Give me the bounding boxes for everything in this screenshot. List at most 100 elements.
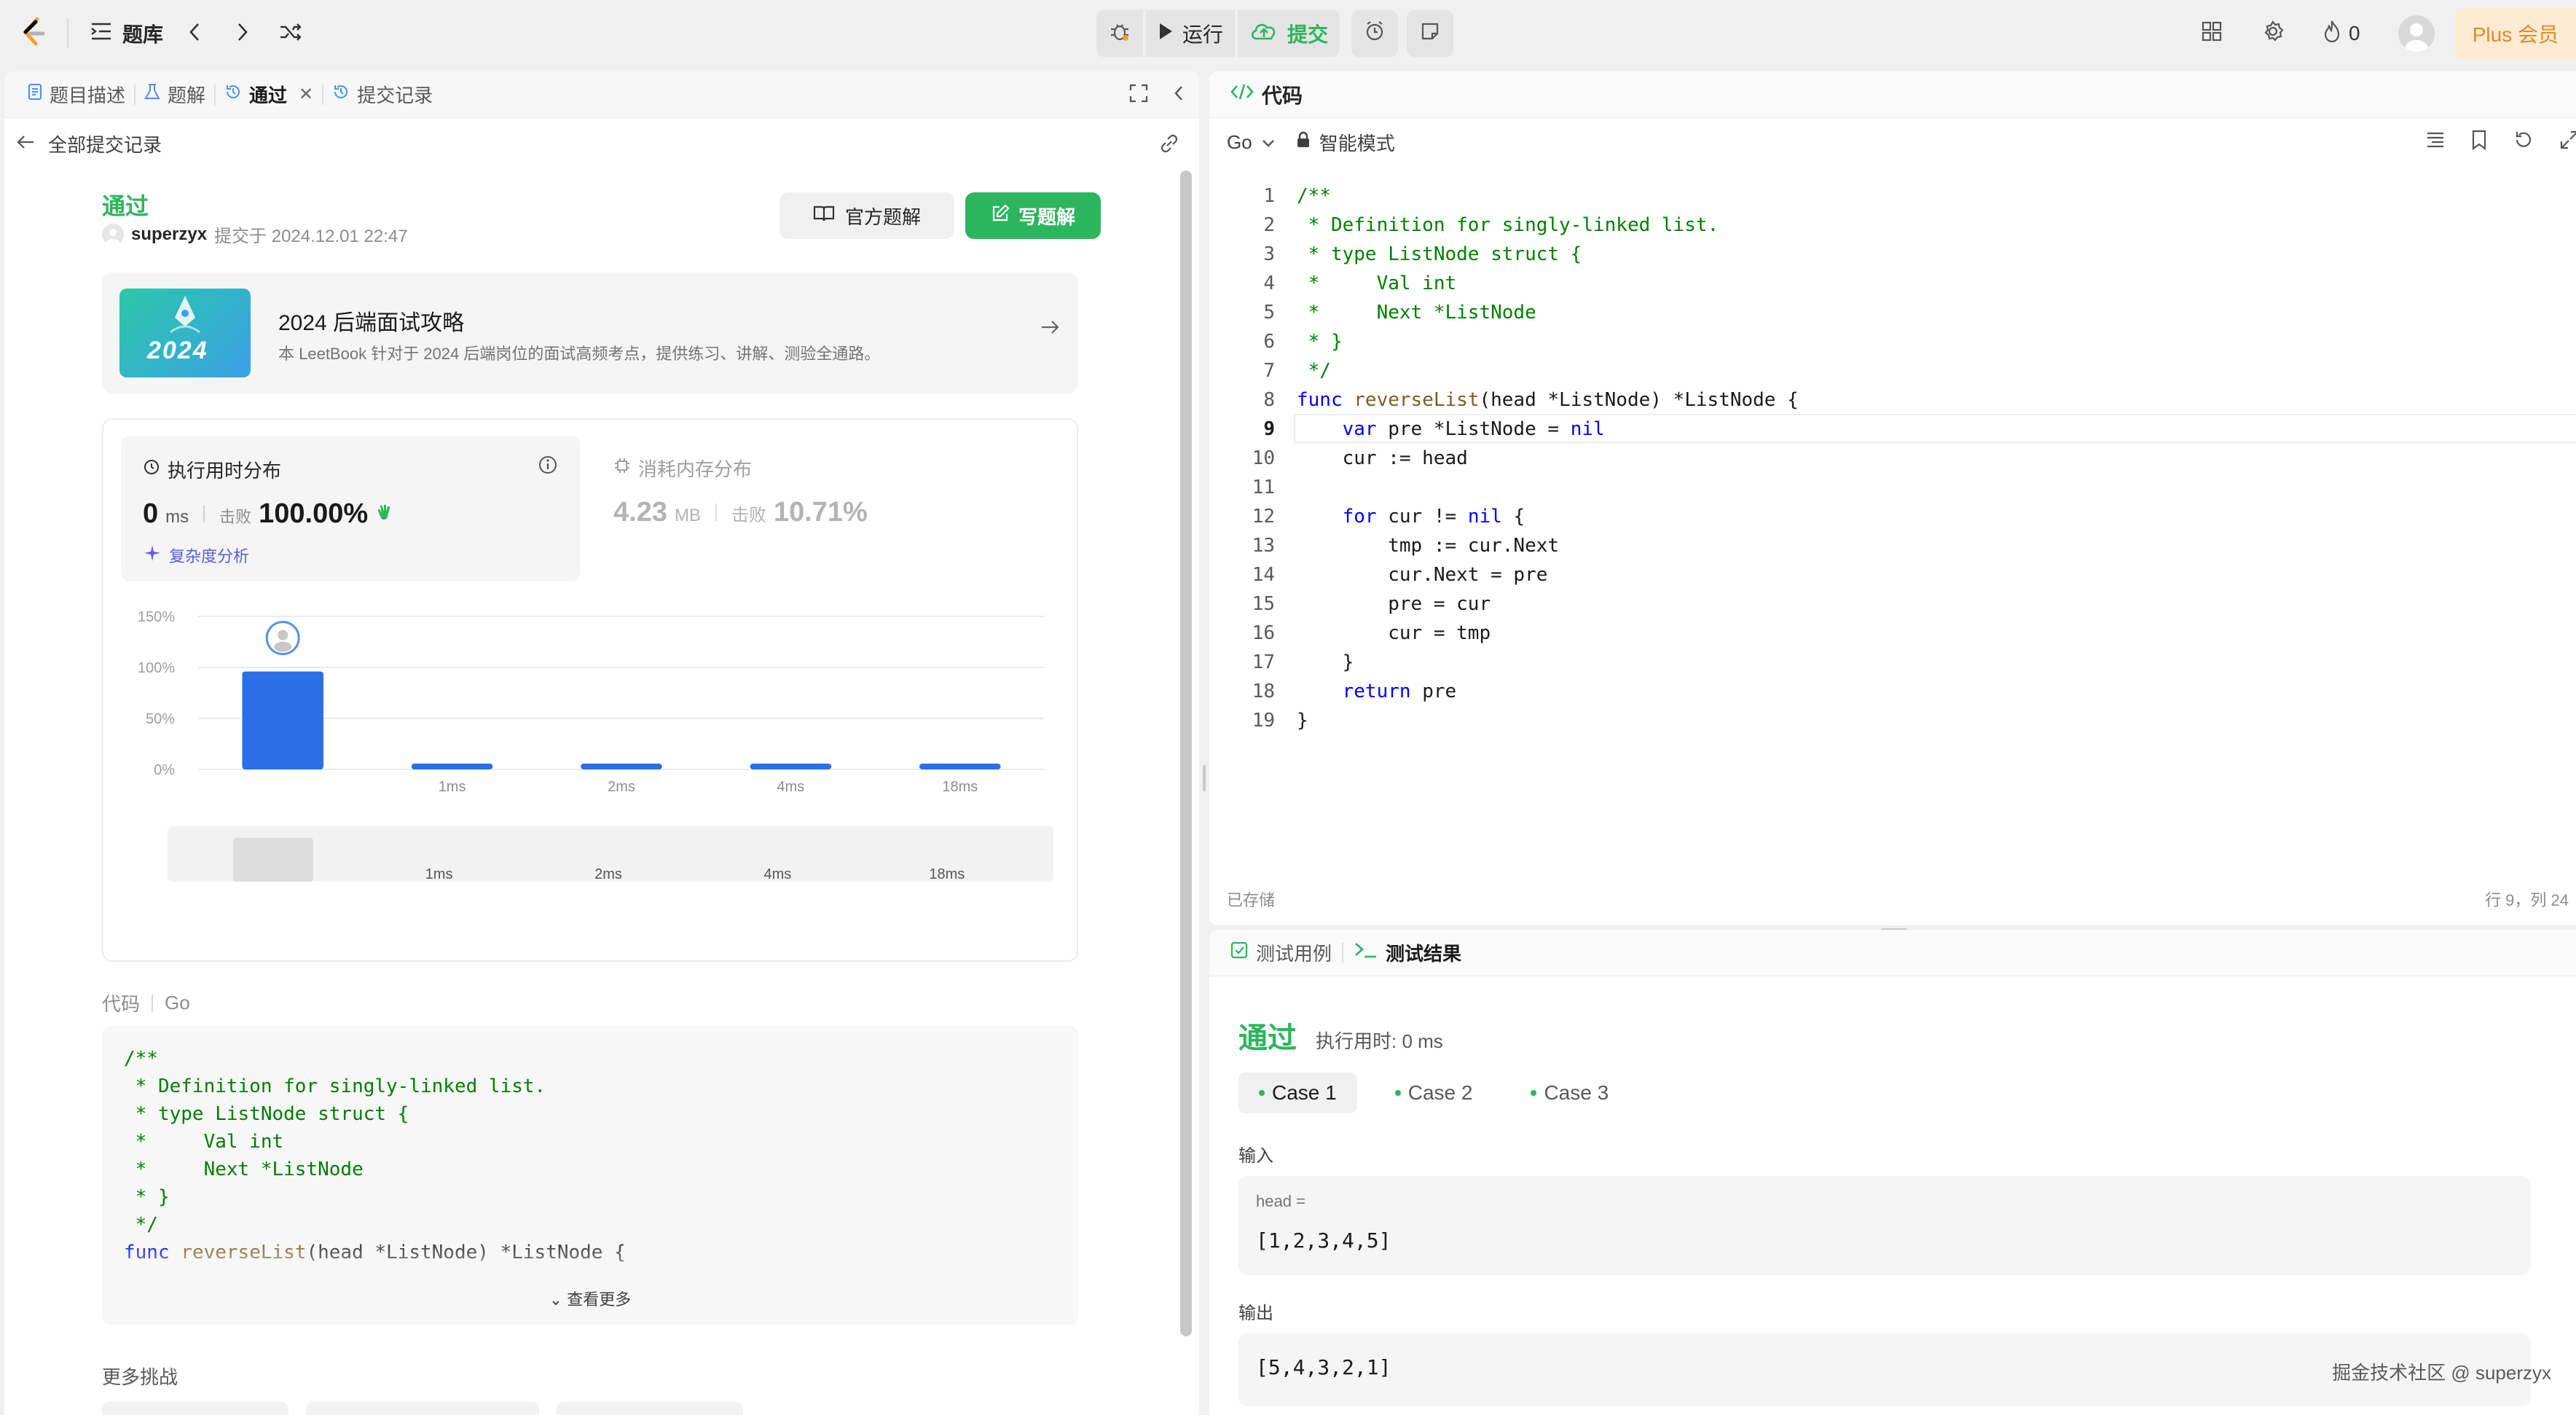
case-tab[interactable]: Case 1 xyxy=(1238,1073,1357,1113)
runtime-distribution-chart[interactable]: 0% 50% 100% 150% 1ms 2ms 4ms 18ms 1ms 2ms 4ms 18ms xyxy=(103,595,1080,959)
result-status: 通过 xyxy=(1238,1022,1297,1054)
line-number: 4 xyxy=(1263,273,1275,294)
line-number: 2 xyxy=(1263,214,1275,236)
streak-counter[interactable]: 0 xyxy=(2305,20,2378,48)
chart-bar[interactable] xyxy=(242,671,323,769)
notes-button[interactable] xyxy=(1407,10,1454,57)
tab-test-result[interactable]: 测试结果 xyxy=(1354,939,1461,966)
code-line[interactable]: * type ListNode struct { xyxy=(1297,243,1582,265)
code-line[interactable]: * Definition for singly-linked list. xyxy=(1297,214,1719,236)
user-avatar[interactable] xyxy=(2398,15,2435,52)
prev-problem-button[interactable] xyxy=(170,12,219,55)
left-scrollbar[interactable] xyxy=(1180,170,1192,1336)
see-more-button[interactable]: ⌄ 查看更多 xyxy=(102,1287,1078,1310)
memory-beats-label: 击败 xyxy=(731,506,766,525)
complexity-analysis-button[interactable]: 复杂度分析 xyxy=(143,544,249,567)
tab-accepted[interactable]: 通过 ✕ xyxy=(216,71,322,118)
challenge-chip[interactable] xyxy=(102,1402,288,1415)
code-line[interactable]: * Next *ListNode xyxy=(1297,302,1536,324)
code-line[interactable]: func reverseList(head *ListNode) *ListNo… xyxy=(1297,389,1799,411)
editor-tab-bar: 代码 xyxy=(1209,71,2576,118)
code-line[interactable]: /** xyxy=(1297,185,1331,207)
top-bar-left: 题库 xyxy=(16,0,315,67)
chart-bar[interactable] xyxy=(750,764,832,769)
code-line[interactable]: * } xyxy=(1297,331,1343,353)
expand-icon[interactable] xyxy=(2560,130,2576,154)
output-label: 输出 xyxy=(1238,1304,1273,1323)
info-icon[interactable] xyxy=(538,455,558,479)
result-runtime: 执行用时: 0 ms xyxy=(1316,1030,1443,1052)
link-icon[interactable] xyxy=(1157,131,1182,161)
code-line[interactable]: } xyxy=(1297,710,1308,732)
runtime-beats: 100.00% xyxy=(259,498,369,529)
code-line[interactable]: cur := head xyxy=(1297,447,1468,469)
challenge-chip[interactable] xyxy=(306,1402,539,1415)
code-section-header: 代码 Go xyxy=(102,989,190,1016)
code-line[interactable]: */ xyxy=(1297,360,1331,382)
line-number: 11 xyxy=(1252,477,1275,498)
tab-description[interactable]: 题目描述 xyxy=(19,71,134,118)
clap-icon xyxy=(375,502,396,528)
code-editor[interactable]: 1 /** 2 * Definition for singly-linked lis… xyxy=(1209,179,2576,820)
chart-bar[interactable] xyxy=(581,764,662,769)
runtime-card[interactable]: 执行用时分布 0 ms 击败 100.00% 复杂度分析 xyxy=(121,436,580,581)
line-number: 5 xyxy=(1263,302,1275,324)
back-to-submissions[interactable]: 全部提交记录 xyxy=(4,118,1199,169)
leetbook-cover: 2024 xyxy=(119,289,251,377)
code-line[interactable]: pre = cur xyxy=(1297,593,1491,615)
problem-bank-button[interactable]: 题库 xyxy=(83,12,170,55)
layout-button[interactable] xyxy=(2183,0,2241,67)
challenge-chip[interactable] xyxy=(557,1402,743,1415)
plus-membership-button[interactable]: Plus 会员 xyxy=(2454,8,2576,59)
tab-submissions[interactable]: 提交记录 xyxy=(323,71,441,118)
chart-bar[interactable] xyxy=(919,764,1001,769)
code-line[interactable]: cur = tmp xyxy=(1297,622,1491,644)
code-line[interactable]: for cur != nil { xyxy=(1297,506,1525,528)
language-select[interactable]: Go xyxy=(1227,131,1276,154)
tab-test-cases[interactable]: 测试用例 xyxy=(1230,939,1332,966)
bookmark-icon[interactable] xyxy=(2471,130,2487,155)
run-button[interactable]: 运行 xyxy=(1146,10,1236,57)
submitter-name[interactable]: superzyx xyxy=(131,224,207,245)
collapse-left-icon[interactable] xyxy=(1173,85,1185,106)
submit-button[interactable]: 提交 xyxy=(1238,10,1340,57)
preview-code-line: * } xyxy=(124,1186,170,1208)
x-tick-label: 2ms xyxy=(608,779,635,795)
next-problem-button[interactable] xyxy=(219,12,267,55)
code-line[interactable]: cur.Next = pre xyxy=(1297,564,1547,586)
editor-tab-label[interactable]: 代码 xyxy=(1262,80,1303,109)
reset-icon[interactable] xyxy=(2513,130,2534,155)
code-line[interactable]: var pre *ListNode = nil xyxy=(1297,418,1605,440)
random-problem-button[interactable] xyxy=(267,12,315,55)
pass-dot xyxy=(1394,1090,1401,1096)
preview-code-line: * Next *ListNode xyxy=(124,1159,364,1180)
settings-button[interactable] xyxy=(2244,0,2302,67)
code-line[interactable]: } xyxy=(1297,651,1354,673)
fullscreen-icon[interactable] xyxy=(1129,84,1148,106)
case-tab[interactable]: Case 2 xyxy=(1375,1073,1493,1113)
memory-card[interactable]: 消耗内存分布 xyxy=(613,455,752,482)
case-label: Case 2 xyxy=(1407,1081,1473,1104)
code-line[interactable]: return pre xyxy=(1297,681,1457,702)
code-line[interactable]: * Val int xyxy=(1297,273,1457,294)
overview-tick-label: 1ms xyxy=(425,866,453,882)
line-number: 19 xyxy=(1252,710,1275,732)
smart-mode-toggle[interactable]: 智能模式 xyxy=(1296,129,1395,156)
chart-bar[interactable] xyxy=(411,764,493,769)
code-line[interactable]: tmp := cur.Next xyxy=(1297,535,1559,557)
vertical-resize-handle[interactable] xyxy=(1203,765,1206,791)
cloud-upload-icon xyxy=(1249,21,1279,47)
y-tick-label: 0% xyxy=(154,762,175,778)
timer-button[interactable] xyxy=(1351,10,1399,57)
leetbook-banner[interactable]: 2024 2024 后端面试攻略 本 LeetBook 针对于 2024 后端岗… xyxy=(102,273,1078,393)
write-solution-button[interactable]: 写题解 xyxy=(965,192,1101,239)
format-icon[interactable] xyxy=(2426,131,2445,154)
debug-button[interactable] xyxy=(1096,10,1143,57)
close-icon[interactable]: ✕ xyxy=(299,84,313,105)
leetcode-logo[interactable] xyxy=(16,12,52,55)
book-icon xyxy=(813,205,835,227)
case-tab[interactable]: Case 3 xyxy=(1510,1073,1629,1113)
official-solution-button[interactable]: 官方题解 xyxy=(780,192,954,239)
tab-solutions[interactable]: 题解 xyxy=(136,71,214,118)
runtime-unit: ms xyxy=(165,507,189,527)
